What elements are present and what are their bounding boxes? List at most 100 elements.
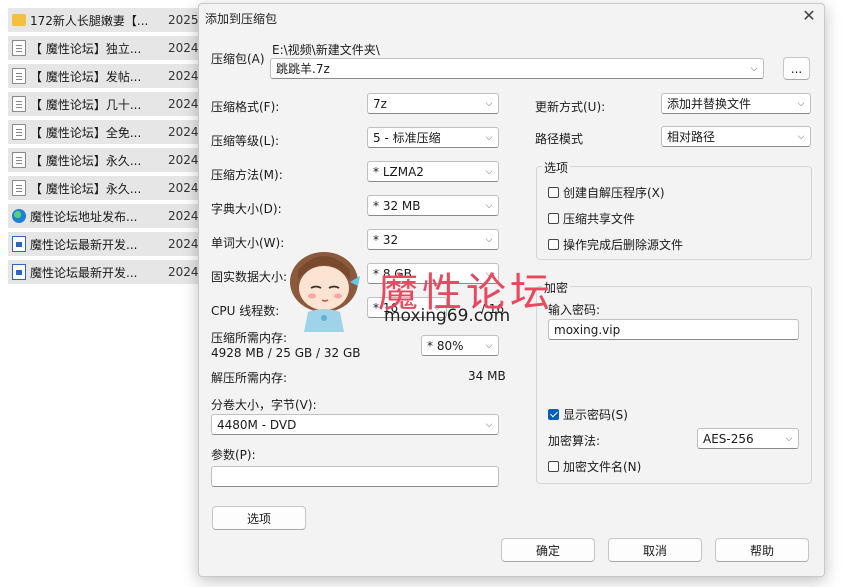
file-name: 魔性论坛最新开发... bbox=[30, 237, 138, 252]
decompress-memory-value: 34 MB bbox=[468, 369, 506, 383]
checkbox-box[interactable] bbox=[548, 239, 559, 250]
document-icon bbox=[12, 152, 26, 168]
dictionary-select[interactable]: * 32 MB ⌵ bbox=[367, 195, 499, 216]
method-label: 压缩方法(M): bbox=[211, 168, 283, 182]
browse-button[interactable]: ... bbox=[783, 57, 810, 80]
archive-label: 压缩包(A) bbox=[211, 52, 265, 66]
decompress-memory-label: 解压所需内存: bbox=[211, 371, 288, 385]
volume-size-select[interactable]: 4480M - DVD ⌵ bbox=[211, 414, 499, 435]
format-select[interactable]: 7z ⌵ bbox=[367, 93, 499, 114]
compress-shared-checkbox[interactable]: 压缩共享文件 bbox=[548, 210, 635, 227]
checkbox-box[interactable] bbox=[548, 213, 559, 224]
file-row[interactable]: 【 魔性论坛】全免... 2024/8 bbox=[8, 120, 213, 144]
word-size-select[interactable]: * 32 ⌵ bbox=[367, 229, 499, 250]
show-password-checkbox[interactable]: 显示密码(S) bbox=[548, 406, 628, 423]
dictionary-label: 字典大小(D): bbox=[211, 202, 282, 216]
update-mode-select[interactable]: 添加并替换文件 ⌵ bbox=[661, 93, 811, 114]
document-icon bbox=[12, 68, 26, 84]
chevron-down-icon: ⌵ bbox=[485, 200, 493, 211]
ok-button[interactable]: 确定 bbox=[501, 538, 595, 562]
file-row[interactable]: 魔性论坛地址发布... 2024/2 bbox=[8, 204, 213, 228]
volume-size-label: 分卷大小，字节(V): bbox=[211, 398, 317, 412]
encryption-method-label: 加密算法: bbox=[548, 434, 601, 448]
document-icon bbox=[12, 96, 26, 112]
word-document-icon bbox=[12, 264, 26, 280]
mascot-girl-icon bbox=[290, 252, 360, 332]
encryption-method-select[interactable]: AES-256 ⌵ bbox=[697, 428, 799, 449]
document-icon bbox=[12, 40, 26, 56]
help-button[interactable]: 帮助 bbox=[715, 538, 809, 562]
file-row[interactable]: 【 魔性论坛】独立... 2024/8 bbox=[8, 36, 213, 60]
path-mode-select[interactable]: 相对路径 ⌵ bbox=[661, 126, 811, 147]
watermark-url: moxing69.com bbox=[384, 306, 511, 326]
document-icon bbox=[12, 180, 26, 196]
chevron-down-icon: ⌵ bbox=[797, 131, 805, 142]
checkbox-box[interactable] bbox=[548, 461, 559, 472]
chevron-down-icon: ⌵ bbox=[485, 166, 493, 177]
edge-icon bbox=[12, 209, 26, 223]
create-sfx-checkbox[interactable]: 创建自解压程序(X) bbox=[548, 184, 665, 201]
close-icon[interactable]: ✕ bbox=[801, 8, 817, 24]
word-size-value: * 32 bbox=[373, 232, 399, 247]
chevron-down-icon: ⌵ bbox=[485, 234, 493, 245]
file-name: 【 魔性论坛】独立... bbox=[30, 41, 142, 56]
password-label: 输入密码: bbox=[548, 303, 601, 317]
parameters-input[interactable] bbox=[211, 466, 499, 487]
file-row[interactable]: 【 魔性论坛】永久... 2024/8 bbox=[8, 176, 213, 200]
file-name: 172新人长腿嫩妻【... bbox=[30, 13, 149, 28]
archive-name-combo[interactable]: 跳跳羊.7z ⌵ bbox=[270, 58, 764, 79]
format-label: 压缩格式(F): bbox=[211, 100, 280, 114]
file-row[interactable]: 172新人长腿嫩妻【... 2025/7 bbox=[8, 8, 213, 32]
solid-size-label: 固实数据大小: bbox=[211, 270, 288, 284]
dictionary-value: * 32 MB bbox=[373, 198, 421, 213]
file-name: 【 魔性论坛】全免... bbox=[30, 125, 142, 140]
method-value: * LZMA2 bbox=[373, 164, 424, 179]
options-group-label: 选项 bbox=[542, 159, 571, 176]
create-sfx-label: 创建自解压程序(X) bbox=[563, 186, 665, 200]
level-value: 5 - 标准压缩 bbox=[373, 131, 441, 145]
file-list: 172新人长腿嫩妻【... 2025/7 【 魔性论坛】独立... 2024/8… bbox=[0, 0, 215, 587]
cancel-button[interactable]: 取消 bbox=[608, 538, 702, 562]
file-name: 魔性论坛最新开发... bbox=[30, 265, 138, 280]
level-select[interactable]: 5 - 标准压缩 ⌵ bbox=[367, 127, 499, 148]
checkbox-box[interactable] bbox=[548, 409, 559, 420]
file-name: 魔性论坛地址发布... bbox=[30, 209, 138, 224]
word-document-icon bbox=[12, 236, 26, 252]
show-password-label: 显示密码(S) bbox=[563, 408, 628, 422]
chevron-down-icon: ⌵ bbox=[485, 132, 493, 143]
delete-after-label: 操作完成后删除源文件 bbox=[563, 238, 684, 252]
file-row[interactable]: 魔性论坛最新开发... 2024/8 bbox=[8, 260, 213, 284]
archive-path: E:\视频\新建文件夹\ bbox=[272, 43, 380, 57]
memory-percent-select[interactable]: * 80% ⌵ bbox=[421, 335, 499, 356]
file-name: 【 魔性论坛】发帖... bbox=[30, 69, 142, 84]
password-input[interactable]: moxing.vip bbox=[548, 319, 799, 340]
encryption-method-value: AES-256 bbox=[703, 431, 754, 446]
memory-percent-value: * 80% bbox=[427, 338, 464, 353]
chevron-down-icon: ⌵ bbox=[785, 433, 793, 444]
method-select[interactable]: * LZMA2 ⌵ bbox=[367, 161, 499, 182]
compress-memory-label: 压缩所需内存: bbox=[211, 331, 288, 345]
checkbox-box[interactable] bbox=[548, 187, 559, 198]
update-mode-value: 添加并替换文件 bbox=[667, 97, 752, 111]
chevron-down-icon: ⌵ bbox=[797, 98, 805, 109]
dialog-title: 添加到压缩包 bbox=[205, 12, 278, 26]
update-mode-label: 更新方式(U): bbox=[535, 100, 606, 114]
options-button[interactable]: 选项 bbox=[212, 506, 306, 530]
file-row[interactable]: 魔性论坛最新开发... 2024/8 bbox=[8, 232, 213, 256]
chevron-down-icon: ⌵ bbox=[485, 419, 493, 430]
file-name: 【 魔性论坛】永久... bbox=[30, 153, 142, 168]
path-mode-label: 路径模式 bbox=[535, 132, 584, 146]
level-label: 压缩等级(L): bbox=[211, 134, 280, 148]
archive-name-value: 跳跳羊.7z bbox=[276, 62, 330, 76]
chevron-down-icon: ⌵ bbox=[485, 98, 493, 109]
delete-after-checkbox[interactable]: 操作完成后删除源文件 bbox=[548, 236, 683, 253]
file-row[interactable]: 【 魔性论坛】发帖... 2024/8 bbox=[8, 64, 213, 88]
file-name: 【 魔性论坛】永久... bbox=[30, 181, 142, 196]
word-size-label: 单词大小(W): bbox=[211, 236, 285, 250]
file-row[interactable]: 【 魔性论坛】几十... 2024/8 bbox=[8, 92, 213, 116]
chevron-down-icon: ⌵ bbox=[485, 340, 493, 351]
parameters-label: 参数(P): bbox=[211, 448, 256, 462]
encrypt-names-checkbox[interactable]: 加密文件名(N) bbox=[548, 458, 641, 475]
file-row[interactable]: 【 魔性论坛】永久... 2024/8 bbox=[8, 148, 213, 172]
compress-memory-value: 4928 MB / 25 GB / 32 GB bbox=[211, 346, 361, 360]
